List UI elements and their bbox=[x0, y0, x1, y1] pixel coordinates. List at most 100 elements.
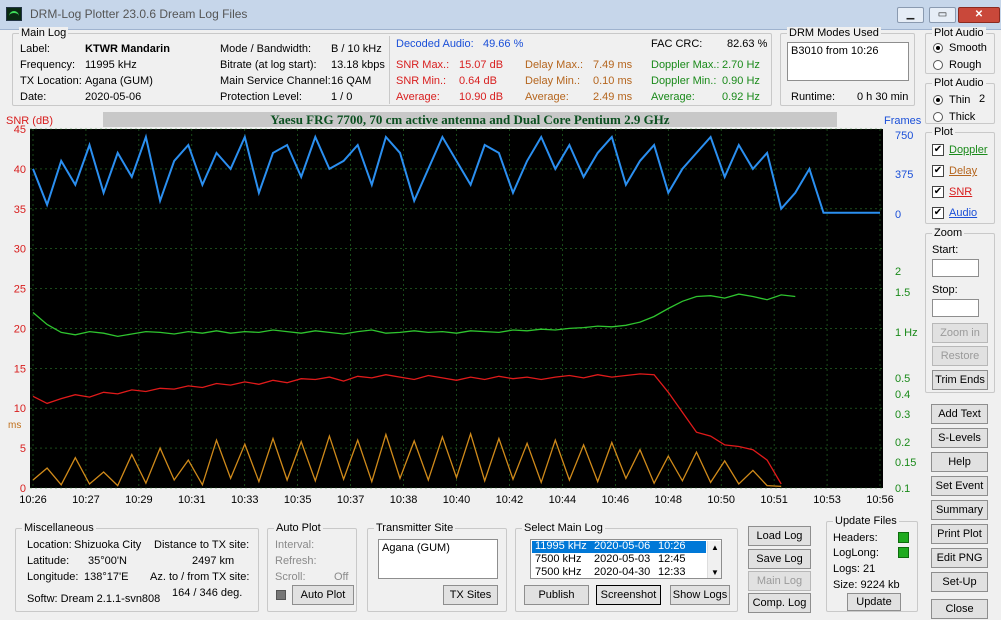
software-version: Softw: Dream 2.1.1-svn808 bbox=[27, 593, 161, 605]
y-left-tick-label: 45 bbox=[14, 124, 26, 136]
print-plot-button[interactable]: Print Plot bbox=[931, 524, 988, 544]
zoom-start-label: Start: bbox=[932, 244, 959, 256]
smooth-label: Smooth bbox=[949, 42, 987, 54]
plot-options-group: Plot ✔ Doppler ✔ Delay ✔ SNR ✔ Audio bbox=[925, 126, 995, 224]
log-row-date[interactable]: 2020-05-06 bbox=[594, 540, 650, 553]
minimize-button[interactable]: ▁ bbox=[897, 7, 924, 23]
restore-button[interactable]: Restore bbox=[932, 346, 988, 366]
log-row-freq[interactable]: 11995 kHz bbox=[535, 540, 587, 553]
update-button[interactable]: Update bbox=[847, 593, 901, 611]
delay-label[interactable]: Delay bbox=[949, 165, 977, 178]
log-row-date[interactable]: 2020-04-30 bbox=[594, 566, 650, 579]
update-files-heading: Update Files bbox=[833, 515, 899, 528]
doppler-min-value: 0.90 Hz bbox=[722, 75, 760, 87]
load-log-button[interactable]: Load Log bbox=[748, 526, 811, 546]
doppler-checkbox[interactable]: ✔ bbox=[932, 144, 944, 156]
y-right-doppler-tick-label: 1.5 bbox=[895, 287, 910, 299]
smooth-radio[interactable] bbox=[933, 43, 943, 53]
comp-log-button[interactable]: Comp. Log bbox=[748, 593, 811, 613]
drm-modes-heading: DRM Modes Used bbox=[787, 27, 881, 40]
select-log-heading: Select Main Log bbox=[522, 522, 605, 535]
txsite-box[interactable]: Agana (GUM) bbox=[378, 539, 498, 579]
log-row-time[interactable]: 12:45 bbox=[658, 553, 686, 566]
y-right-frames-tick-label: 375 bbox=[895, 169, 913, 181]
drm-modes-list[interactable]: B3010 from 10:26 bbox=[787, 42, 909, 81]
audio-checkbox[interactable]: ✔ bbox=[932, 207, 944, 219]
snr-checkbox[interactable]: ✔ bbox=[932, 186, 944, 198]
zoom-stop-label: Stop: bbox=[932, 284, 958, 296]
misc-azimuth-value: 164 / 346 deg. bbox=[172, 587, 243, 599]
y-left-tick-label: 25 bbox=[14, 284, 26, 296]
log-list[interactable]: 11995 kHz 2020-05-06 10:26 7500 kHz 2020… bbox=[530, 539, 722, 579]
divider bbox=[389, 36, 390, 104]
x-tick-label: 10:27 bbox=[72, 494, 100, 506]
trim-ends-button[interactable]: Trim Ends bbox=[932, 370, 988, 390]
select-log-group: Select Main Log 11995 kHz 2020-05-06 10:… bbox=[515, 522, 738, 612]
publish-button[interactable]: Publish bbox=[524, 585, 589, 605]
thick-radio[interactable] bbox=[933, 112, 943, 122]
loglong-label: LogLong: bbox=[833, 547, 879, 559]
log-row-time[interactable]: 10:26 bbox=[658, 540, 686, 553]
tx-sites-button[interactable]: TX Sites bbox=[443, 585, 498, 605]
close-button[interactable]: Close bbox=[931, 599, 988, 619]
y-right-frames-tick-label: 750 bbox=[895, 130, 913, 142]
scroll-down-icon[interactable]: ▼ bbox=[711, 566, 719, 579]
main-log-group: Main Log Label: KTWR Mandarin Frequency:… bbox=[12, 27, 772, 106]
snr-label[interactable]: SNR bbox=[949, 186, 972, 199]
snr-avg-value: 10.90 dB bbox=[459, 91, 504, 103]
x-tick-label: 10:53 bbox=[813, 494, 841, 506]
rough-radio[interactable] bbox=[933, 60, 943, 70]
log-row-date[interactable]: 2020-05-03 bbox=[594, 553, 650, 566]
log-row-time[interactable]: 12:33 bbox=[658, 566, 686, 579]
maximize-button[interactable]: ▭ bbox=[929, 7, 956, 23]
txsite-heading: Transmitter Site bbox=[374, 522, 456, 535]
close-window-button[interactable]: ✕ bbox=[958, 7, 1000, 23]
misc-distance-key: Distance to TX site: bbox=[154, 539, 250, 551]
help-button[interactable]: Help bbox=[931, 452, 988, 472]
add-text-button[interactable]: Add Text bbox=[931, 404, 988, 424]
log-row-freq[interactable]: 7500 kHz bbox=[535, 566, 581, 579]
log-list-scrollbar[interactable]: ▲ ▼ bbox=[707, 541, 721, 578]
edit-png-button[interactable]: Edit PNG bbox=[931, 548, 988, 568]
zoom-stop-input[interactable] bbox=[932, 299, 979, 317]
txlocation-key: TX Location: bbox=[20, 75, 82, 87]
log-row-freq[interactable]: 7500 kHz bbox=[535, 553, 581, 566]
doppler-label[interactable]: Doppler bbox=[949, 144, 988, 157]
logs-count: Logs: 21 bbox=[833, 563, 876, 575]
screenshot-button[interactable]: Screenshot bbox=[596, 585, 661, 605]
scroll-label: Scroll: bbox=[275, 571, 306, 583]
delay-max-key: Delay Max.: bbox=[525, 59, 584, 71]
setup-button[interactable]: Set-Up bbox=[931, 572, 988, 592]
window-title: DRM-Log Plotter 23.0.6 Dream Log Files bbox=[30, 7, 248, 21]
protection-key: Protection Level: bbox=[220, 91, 302, 103]
scroll-up-icon[interactable]: ▲ bbox=[711, 541, 719, 554]
chart-title: Yaesu FRG 7700, 70 cm active antenna and… bbox=[270, 112, 669, 127]
thin-radio[interactable] bbox=[933, 95, 943, 105]
show-logs-button[interactable]: Show Logs bbox=[670, 585, 730, 605]
frequency-value: 11995 kHz bbox=[85, 59, 137, 71]
x-tick-label: 10:26 bbox=[19, 494, 47, 506]
y-left-tick-label: 35 bbox=[14, 204, 26, 216]
thick-label: Thick bbox=[949, 111, 976, 123]
runtime-value: 0 h 30 min bbox=[857, 91, 909, 103]
scroll-value: Off bbox=[334, 571, 349, 583]
doppler-avg-value: 0.92 Hz bbox=[722, 91, 760, 103]
y-right-doppler-tick-label: 2 bbox=[895, 266, 901, 278]
audio-label[interactable]: Audio bbox=[949, 207, 977, 220]
zoom-heading: Zoom bbox=[932, 227, 965, 240]
save-log-button[interactable]: Save Log bbox=[748, 549, 811, 569]
zoom-start-input[interactable] bbox=[932, 259, 979, 277]
bitrate-key: Bitrate (at log start): bbox=[220, 59, 317, 71]
plot-line-heading: Plot Audio bbox=[932, 77, 986, 90]
line-width-value[interactable]: 2 bbox=[979, 93, 985, 106]
zoom-in-button[interactable]: Zoom in bbox=[932, 323, 988, 343]
main-log-button[interactable]: Main Log bbox=[748, 571, 811, 591]
delay-checkbox[interactable]: ✔ bbox=[932, 165, 944, 177]
label-value: KTWR Mandarin bbox=[85, 43, 170, 55]
s-levels-button[interactable]: S-Levels bbox=[931, 428, 988, 448]
autoplot-button[interactable]: Auto Plot bbox=[292, 585, 354, 605]
set-event-button[interactable]: Set Event bbox=[931, 476, 988, 496]
runtime-key: Runtime: bbox=[791, 91, 836, 103]
x-tick-label: 10:42 bbox=[496, 494, 524, 506]
summary-button[interactable]: Summary bbox=[931, 500, 988, 520]
